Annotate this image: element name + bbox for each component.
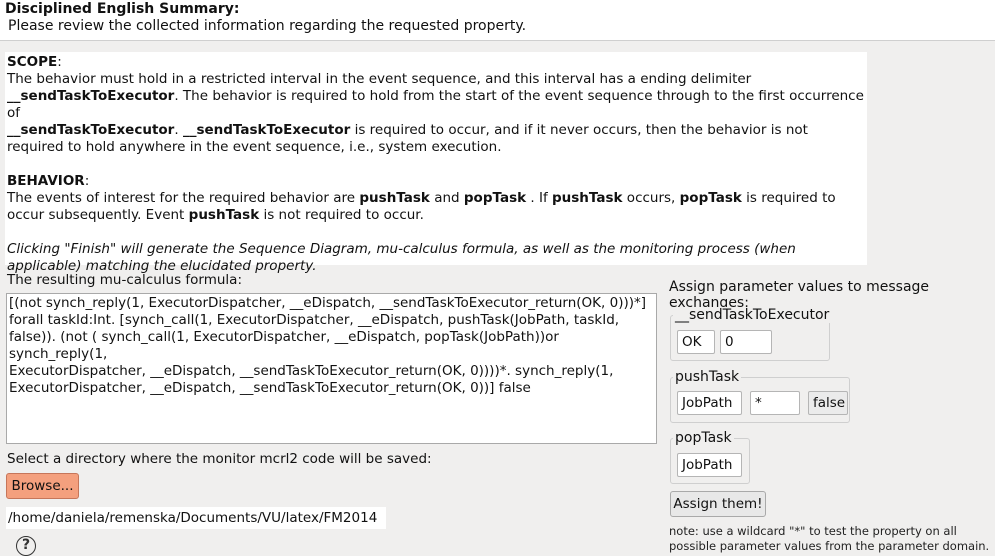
directory-label: Select a directory where the monitor mcr… [7,451,432,467]
page-subtitle: Please review the collected information … [8,18,527,34]
param-field[interactable]: * [750,391,800,415]
scope-heading: SCOPE [7,54,58,70]
help-icon[interactable]: ? [16,536,36,556]
directory-path: /home/daniela/remenska/Documents/VU/late… [6,507,386,529]
param-group-title: popTask [673,430,734,446]
scope-text: The behavior must hold in a restricted i… [7,71,864,155]
param-group-title: pushTask [673,369,742,385]
param-group-popTask: popTask JobPath [670,430,750,484]
assign-them-button[interactable]: Assign them! [670,491,766,517]
behavior-heading: BEHAVIOR [7,173,85,189]
param-group-pushTask: pushTask JobPath * false [670,369,850,423]
param-field[interactable]: 0 [720,330,772,354]
param-group-sendTaskToExecutor: __sendTaskToExecutor OK 0 [670,307,832,361]
summary-header: Disciplined English Summary: Please revi… [0,0,995,41]
formula-textarea[interactable]: [(not synch_reply(1, ExecutorDispatcher,… [6,293,657,444]
param-field[interactable]: JobPath [677,453,742,477]
param-group-title: __sendTaskToExecutor [673,307,832,323]
browse-button[interactable]: Browse... [6,473,79,499]
finish-note: Clicking "Finish" will generate the Sequ… [7,241,796,274]
english-summary-panel: SCOPE: The behavior must hold in a restr… [5,52,867,274]
wildcard-note: note: use a wildcard "*" to test the pro… [669,524,990,553]
param-field[interactable]: false [808,391,848,415]
behavior-text: The events of interest for the required … [7,190,836,223]
param-field[interactable]: JobPath [677,391,742,415]
param-field[interactable]: OK [677,330,715,354]
formula-label: The resulting mu-calculus formula: [7,272,242,288]
page-title: Disciplined English Summary: [5,1,240,17]
